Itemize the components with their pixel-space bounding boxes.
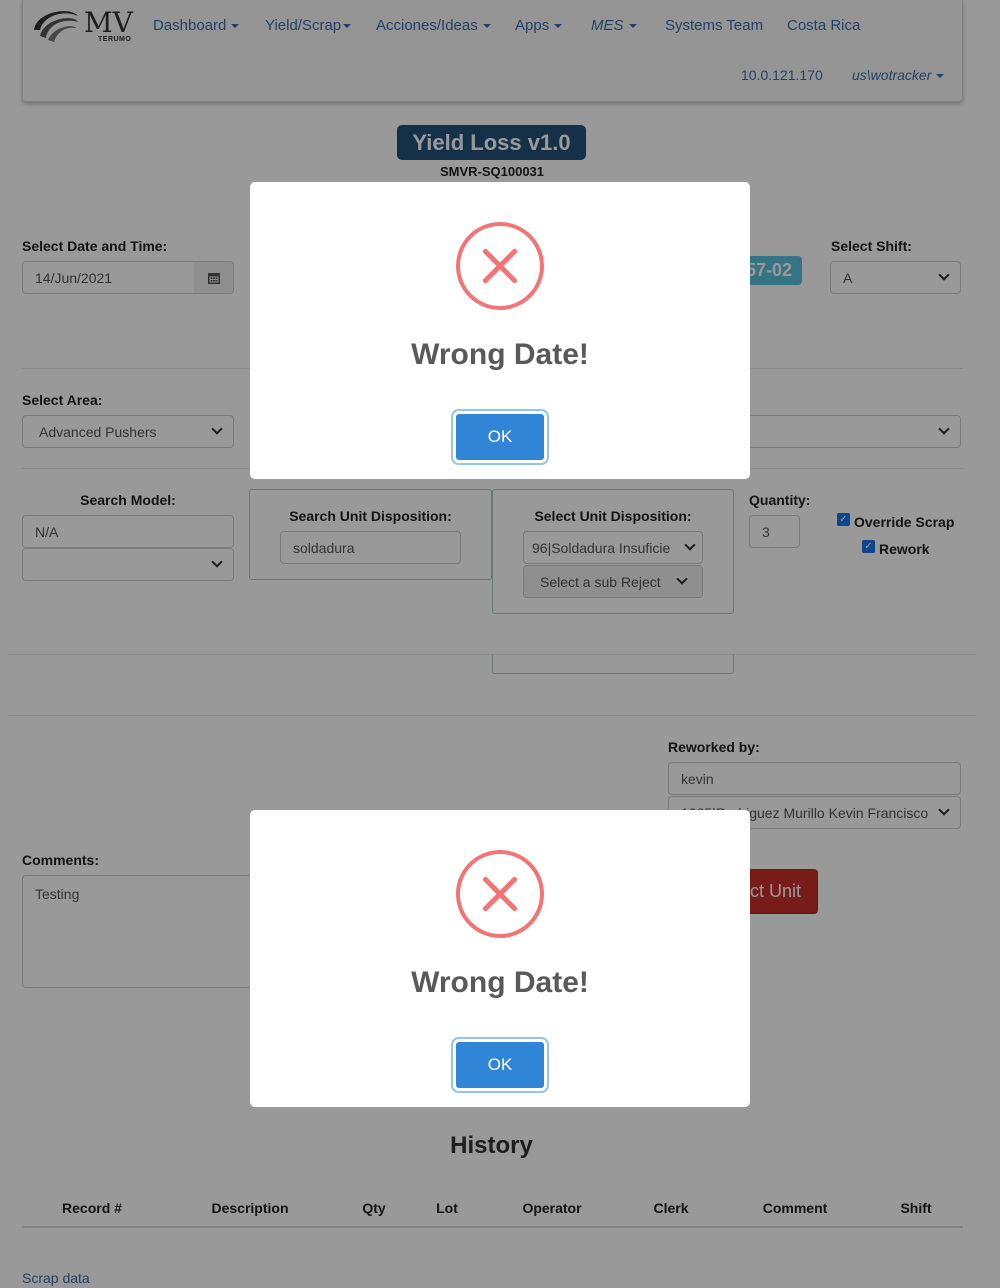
error-x-icon bbox=[456, 850, 544, 938]
dialog-title: Wrong Date! bbox=[411, 338, 589, 371]
ok-button[interactable]: OK bbox=[456, 414, 544, 460]
error-dialog: Wrong Date! OK bbox=[250, 810, 750, 1107]
error-x-icon bbox=[456, 222, 544, 310]
error-dialog: Wrong Date! OK bbox=[250, 182, 750, 479]
dialog-title: Wrong Date! bbox=[411, 966, 589, 999]
ok-button[interactable]: OK bbox=[456, 1042, 544, 1088]
